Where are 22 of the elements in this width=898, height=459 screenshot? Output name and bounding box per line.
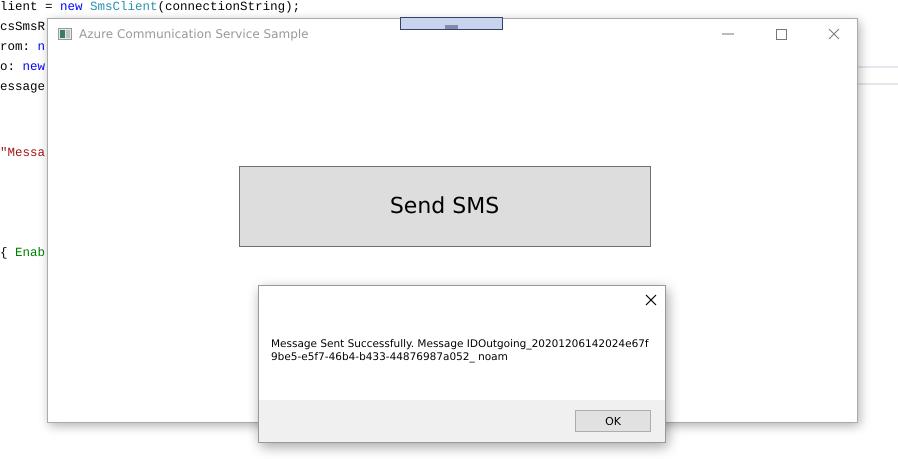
code-text: SmsClient [90,0,158,16]
code-text: new [60,0,84,16]
code-text: essage [0,79,46,96]
code-text: { [0,245,9,262]
code-text: lient = [0,0,54,16]
close-icon[interactable] [645,294,657,306]
code-text: (connectionString); [158,0,300,16]
app-icon [58,28,72,40]
dialog-message: Message Sent Successfully. Message IDOutgoing_20201206142024e67f9be5-e5f7-46b4-b433-44876987a052_ noam [271,338,649,363]
code-text: o: [0,59,16,76]
maximize-icon[interactable] [776,28,786,40]
drag-handle-icon[interactable] [400,17,503,30]
code-text: csSmsR [0,19,46,36]
code-text: "Messa [0,145,46,162]
minimize-icon[interactable] [722,33,734,35]
ok-button[interactable]: OK [575,410,651,432]
code-text: n [38,39,46,56]
code-text: Enab [15,245,46,262]
code-text: rom: [0,39,32,56]
send-sms-button[interactable]: Send SMS [238,166,650,247]
code-text: new [22,59,46,76]
window-title: Azure Communication Service Sample [79,27,310,41]
